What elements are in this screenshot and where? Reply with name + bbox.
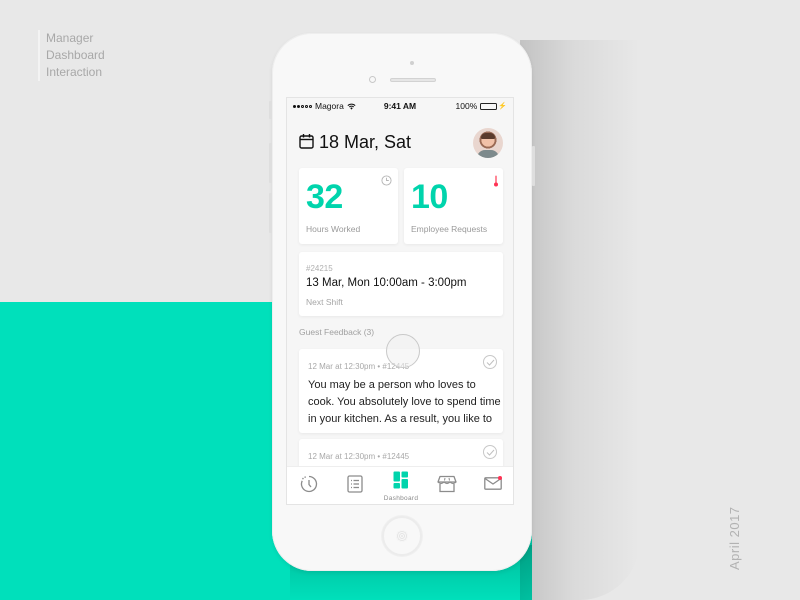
hours-worked-value: 32 — [306, 178, 343, 216]
shift-id: #24215 — [306, 264, 333, 273]
shift-time: 13 Mar, Mon 10:00am - 3:00pm — [306, 277, 467, 289]
guest-feedback-heading: Guest Feedback (3) — [299, 327, 375, 337]
feedback-meta: 12 Mar at 12:30pm • #12445 — [308, 452, 410, 461]
tab-schedule[interactable] — [297, 475, 321, 499]
tab-store[interactable] — [435, 475, 459, 499]
charging-icon: ⚡ — [498, 103, 507, 110]
employee-requests-value: 10 — [411, 178, 448, 216]
page-header: 18 Mar, Sat — [287, 126, 513, 160]
home-button[interactable] — [382, 516, 422, 556]
feedback-text: You may be a person who loves to cook. Y… — [308, 379, 501, 425]
phone-screen: Magora 9:41 AM 100% ⚡ 18 Mar, Sat 32 Hou… — [286, 97, 514, 505]
battery-icon — [480, 102, 498, 110]
tab-dashboard-label: Dashboard — [383, 495, 419, 502]
front-camera — [369, 76, 376, 83]
signal-strength-icon — [293, 104, 312, 108]
employee-requests-label: Employee Requests — [411, 224, 488, 234]
volume-down-button — [269, 193, 272, 233]
calendar-icon[interactable] — [299, 133, 314, 149]
caption-line: Dashboard — [46, 48, 105, 62]
page-title[interactable]: 18 Mar, Sat — [319, 132, 411, 153]
hours-worked-card[interactable]: 32 Hours Worked — [299, 168, 398, 244]
battery-percent: 100% — [455, 101, 478, 111]
date-label: April 2017 — [727, 506, 742, 570]
list-icon — [347, 475, 363, 493]
power-button — [532, 146, 535, 186]
caption-line: Interaction — [46, 65, 103, 79]
tab-tasks[interactable] — [343, 475, 367, 499]
next-shift-card[interactable]: #24215 13 Mar, Mon 10:00am - 3:00pm Next… — [299, 252, 503, 316]
earpiece-speaker — [390, 78, 436, 82]
avatar-hair — [481, 133, 495, 139]
dashboard-icon — [393, 471, 408, 489]
check-circle-icon[interactable] — [483, 445, 497, 459]
volume-up-button — [269, 143, 272, 183]
clock-dashed-icon — [300, 475, 318, 493]
thermometer-icon — [494, 175, 498, 187]
status-bar: Magora 9:41 AM 100% ⚡ — [287, 98, 513, 114]
tab-dashboard[interactable]: Dashboard — [384, 471, 418, 502]
check-circle-icon[interactable] — [483, 355, 497, 369]
mute-switch — [269, 101, 272, 119]
touch-indicator — [386, 334, 420, 368]
carrier-name: Magora — [315, 101, 344, 111]
tab-messages[interactable] — [481, 476, 505, 501]
sensor-dot — [410, 61, 414, 65]
hours-worked-label: Hours Worked — [306, 224, 361, 234]
employee-requests-card[interactable]: 10 Employee Requests — [404, 168, 503, 244]
avatar[interactable] — [473, 128, 503, 158]
tab-bar: Dashboard — [287, 466, 513, 504]
shift-label: Next Shift — [306, 297, 343, 307]
phone-shadow — [520, 40, 640, 600]
caption-line: Manager — [46, 31, 94, 45]
clock-icon — [381, 175, 392, 186]
wifi-icon — [347, 103, 356, 110]
store-icon — [437, 475, 457, 493]
avatar-shirt — [477, 150, 499, 158]
status-time: 9:41 AM — [383, 101, 417, 111]
touch-id-icon — [396, 530, 408, 542]
notification-badge — [498, 476, 502, 480]
caption: Manager Dashboard Interaction — [38, 30, 105, 81]
